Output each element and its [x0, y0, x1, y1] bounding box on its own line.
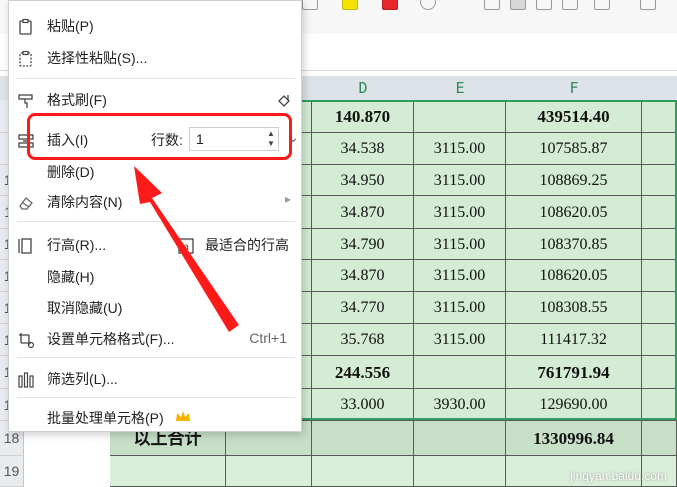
watermark: jingyan.baidu.com — [570, 469, 667, 483]
annotation-arrow — [134, 166, 239, 332]
